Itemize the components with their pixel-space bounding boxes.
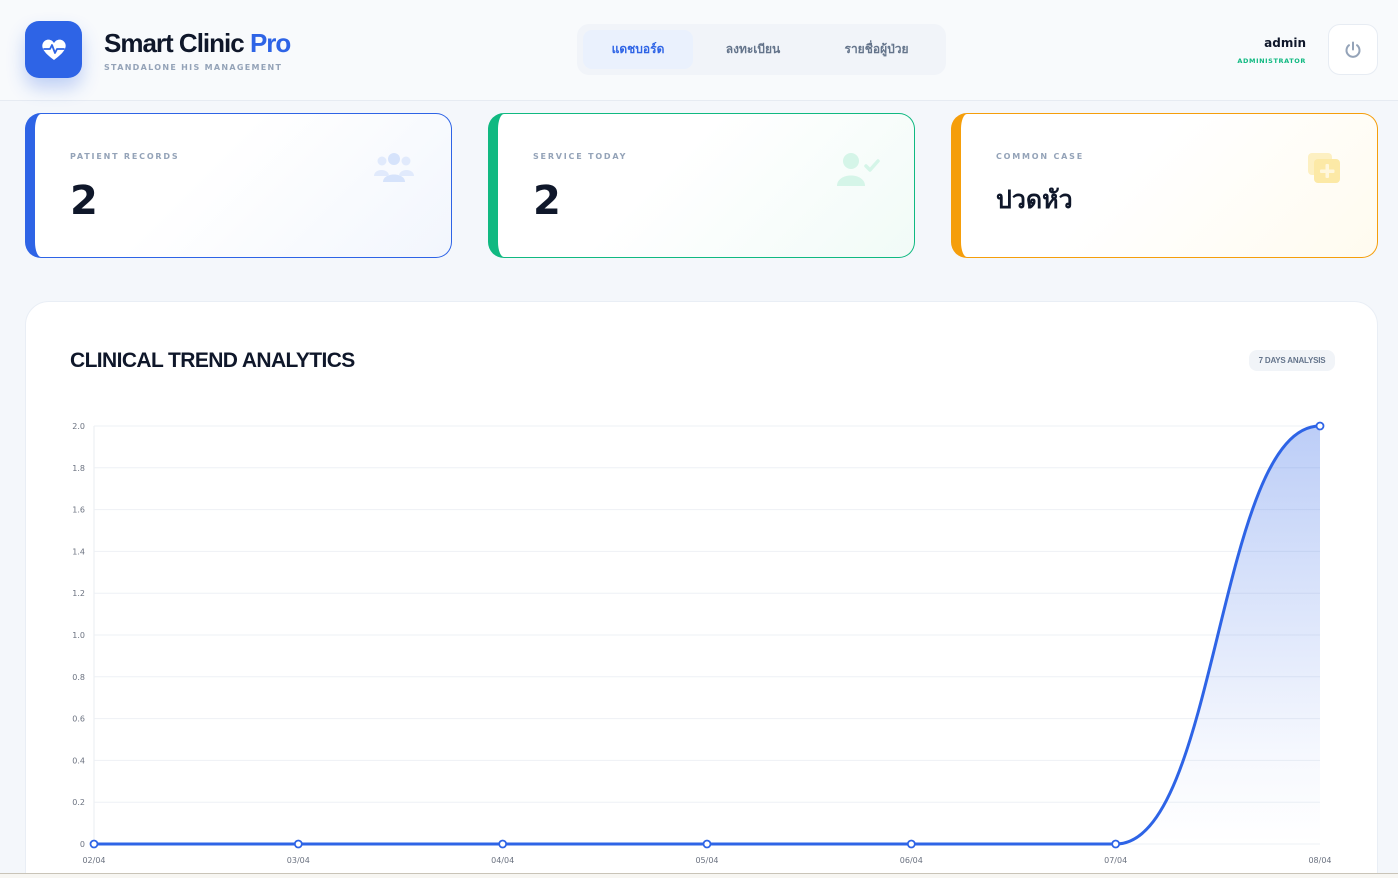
user-check-icon <box>837 153 880 186</box>
y-tick-label: 0.8 <box>72 673 85 682</box>
stat-card-patient-records: PATIENT RECORDS 2 <box>25 113 452 258</box>
nav-tab-register[interactable]: ลงทะเบียน <box>693 30 813 69</box>
app-logo[interactable] <box>25 21 82 78</box>
nav-tab-patient-list[interactable]: รายชื่อผู้ป่วย <box>813 30 940 69</box>
data-point <box>89 839 99 849</box>
stat-card-common-case: COMMON CASE ปวดหัว <box>951 113 1378 258</box>
stat-label: SERVICE TODAY <box>533 152 628 161</box>
x-tick-label: 02/04 <box>82 856 105 865</box>
data-point <box>1315 421 1325 431</box>
y-tick-label: 1.8 <box>72 464 85 473</box>
y-tick-label: 1.0 <box>72 631 85 640</box>
y-tick-label: 2.0 <box>72 422 85 431</box>
user-role: ADMINISTRATOR <box>1237 57 1306 65</box>
brand-name: Smart Clinic <box>104 28 245 58</box>
user-name: admin <box>1264 36 1306 50</box>
data-point <box>293 839 303 849</box>
y-tick-label: 0.6 <box>72 715 85 724</box>
x-tick-label: 04/04 <box>491 856 514 865</box>
brand-subtitle: STANDALONE HIS MANAGEMENT <box>104 63 283 72</box>
x-tick-label: 08/04 <box>1308 856 1331 865</box>
data-point <box>702 839 712 849</box>
nav-tab-dashboard[interactable]: แดชบอร์ด <box>583 30 693 69</box>
stat-label: PATIENT RECORDS <box>70 152 180 161</box>
y-tick-label: 1.4 <box>72 547 85 556</box>
stat-value: ปวดหัว <box>996 185 1073 214</box>
medical-notes-icon <box>1308 153 1340 183</box>
x-tick-label: 06/04 <box>900 856 923 865</box>
stat-value: 2 <box>533 178 561 224</box>
x-tick-label: 05/04 <box>695 856 718 865</box>
y-tick-label: 0 <box>80 840 85 849</box>
logout-button[interactable] <box>1328 24 1378 75</box>
x-tick-label: 03/04 <box>287 856 310 865</box>
chart-panel: CLINICAL TREND ANALYTICS 7 DAYS ANALYSIS… <box>25 301 1378 878</box>
y-tick-label: 0.2 <box>72 798 85 807</box>
data-point <box>906 839 916 849</box>
app-header: Smart Clinic Pro STANDALONE HIS MANAGEME… <box>0 0 1398 101</box>
data-point <box>498 839 508 849</box>
main-nav: แดชบอร์ด ลงทะเบียน รายชื่อผู้ป่วย <box>577 24 946 75</box>
users-icon <box>374 153 414 182</box>
data-point <box>1111 839 1121 849</box>
window-bottom-edge <box>0 873 1398 878</box>
stat-value: 2 <box>70 178 98 224</box>
brand-title: Smart Clinic Pro <box>104 28 291 59</box>
y-tick-label: 1.6 <box>72 506 85 515</box>
x-tick-label: 07/04 <box>1104 856 1127 865</box>
heart-pulse-icon <box>41 39 66 60</box>
brand-name-accent: Pro <box>249 28 291 58</box>
stat-card-service-today: SERVICE TODAY 2 <box>488 113 915 258</box>
stat-label: COMMON CASE <box>996 152 1084 161</box>
power-icon <box>1345 41 1361 58</box>
y-tick-label: 0.4 <box>72 756 85 765</box>
clinical-trend-chart: 0 0.2 0.4 0.6 0.8 1.0 1.2 1.4 1.6 1.8 2.0 02/04 03/0… <box>72 421 1332 865</box>
y-tick-label: 1.2 <box>72 589 85 598</box>
